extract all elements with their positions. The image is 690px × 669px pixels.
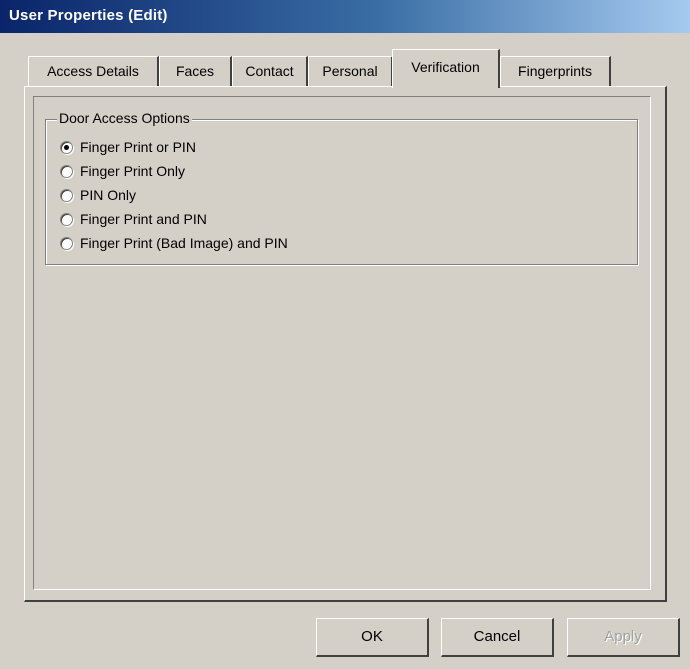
radio-finger-print-only[interactable]: Finger Print Only — [60, 161, 185, 181]
tab-verification[interactable]: Verification — [392, 49, 500, 88]
tab-label: Access Details — [47, 63, 139, 79]
radio-finger-print-or-pin[interactable]: Finger Print or PIN — [60, 137, 196, 157]
title-bar[interactable]: User Properties (Edit) — [0, 0, 690, 33]
tab-fingerprints[interactable]: Fingerprints — [500, 56, 611, 86]
tab-label: Contact — [245, 63, 294, 79]
radio-finger-print-and-pin[interactable]: Finger Print and PIN — [60, 209, 207, 229]
radio-unchecked-icon — [60, 188, 73, 202]
radio-pin-only[interactable]: PIN Only — [60, 185, 136, 205]
radio-unchecked-icon — [60, 164, 73, 178]
verification-panel: Door Access Options Finger Print or PIN … — [24, 86, 667, 602]
radio-finger-print-bad-image-and-pin[interactable]: Finger Print (Bad Image) and PIN — [60, 233, 288, 253]
tab-faces[interactable]: Faces — [159, 56, 232, 86]
tab-personal[interactable]: Personal — [308, 56, 393, 86]
tab-label: Faces — [175, 63, 215, 79]
radio-checked-icon — [60, 140, 73, 154]
group-legend: Door Access Options — [57, 110, 192, 126]
tab-label: Fingerprints — [518, 63, 592, 79]
ok-button[interactable]: OK — [316, 618, 429, 657]
radio-unchecked-icon — [60, 236, 73, 250]
tab-contact[interactable]: Contact — [232, 56, 308, 86]
tab-label: Verification — [411, 59, 480, 75]
verification-content-area: Door Access Options Finger Print or PIN … — [33, 96, 651, 590]
tab-label: Personal — [322, 63, 378, 79]
apply-button[interactable]: Apply — [567, 618, 680, 657]
user-properties-dialog: User Properties (Edit) Access Details Fa… — [0, 0, 690, 669]
radio-label: Finger Print and PIN — [80, 211, 207, 227]
radio-unchecked-icon — [60, 212, 73, 226]
radio-label: PIN Only — [80, 187, 137, 203]
tab-access-details[interactable]: Access Details — [28, 56, 159, 86]
radio-label: Finger Print (Bad Image) and PIN — [80, 235, 288, 251]
window-title: User Properties (Edit) — [9, 7, 168, 24]
radio-label: Finger Print Only — [80, 163, 186, 179]
cancel-button[interactable]: Cancel — [441, 618, 554, 657]
radio-label: Finger Print or PIN — [80, 139, 196, 155]
door-access-options-group: Door Access Options Finger Print or PIN … — [45, 110, 638, 265]
